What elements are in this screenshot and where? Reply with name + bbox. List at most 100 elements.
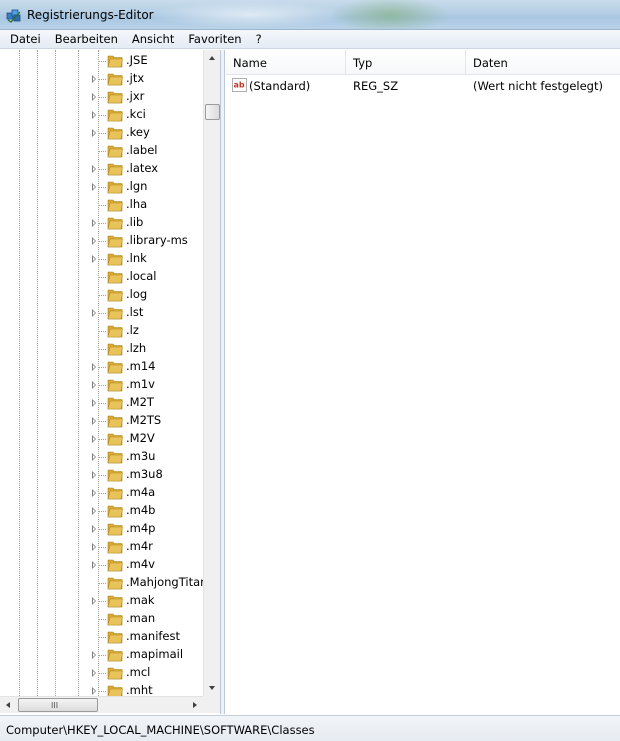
expand-arrow-icon[interactable] bbox=[92, 381, 96, 389]
scroll-right-icon[interactable] bbox=[186, 697, 203, 714]
tree-item-label: .M2V bbox=[126, 431, 155, 445]
tree-item[interactable]: .m4r bbox=[0, 538, 203, 556]
tree-item-label: .m4v bbox=[126, 557, 155, 571]
tree-item[interactable]: .lgn bbox=[0, 178, 203, 196]
string-value-icon: ab bbox=[232, 78, 247, 92]
tree-connector-line bbox=[98, 403, 106, 404]
expand-arrow-icon[interactable] bbox=[92, 93, 96, 101]
tree-item[interactable]: .lnk bbox=[0, 250, 203, 268]
pane-splitter[interactable] bbox=[221, 50, 225, 714]
tree-item-label: .library-ms bbox=[126, 233, 188, 247]
tree-item[interactable]: .m4a bbox=[0, 484, 203, 502]
tree-item[interactable]: .lib bbox=[0, 214, 203, 232]
expand-arrow-icon[interactable] bbox=[92, 183, 96, 191]
menu-help[interactable]: ? bbox=[249, 30, 269, 48]
tree-item[interactable]: .mapimail bbox=[0, 646, 203, 664]
expand-arrow-icon[interactable] bbox=[92, 219, 96, 227]
menu-favoriten[interactable]: Favoriten bbox=[181, 30, 248, 48]
tree-item[interactable]: .manifest bbox=[0, 628, 203, 646]
column-header-name[interactable]: Name bbox=[226, 50, 346, 75]
expand-arrow-icon[interactable] bbox=[92, 237, 96, 245]
tree-item[interactable]: .jxr bbox=[0, 88, 203, 106]
expand-arrow-icon[interactable] bbox=[92, 309, 96, 317]
expand-arrow-icon[interactable] bbox=[92, 129, 96, 137]
tree-item[interactable]: .M2TS bbox=[0, 412, 203, 430]
tree-connector-line bbox=[98, 295, 106, 296]
expand-arrow-icon[interactable] bbox=[92, 489, 96, 497]
tree-item[interactable]: .mht bbox=[0, 682, 203, 696]
tree-item[interactable]: .log bbox=[0, 286, 203, 304]
column-header-typ[interactable]: Typ bbox=[346, 50, 466, 75]
expand-arrow-icon[interactable] bbox=[92, 507, 96, 515]
expand-arrow-icon[interactable] bbox=[92, 471, 96, 479]
expand-arrow-icon[interactable] bbox=[92, 399, 96, 407]
tree-horizontal-scrollbar[interactable]: III bbox=[0, 696, 203, 713]
expand-arrow-icon[interactable] bbox=[92, 363, 96, 371]
tree-item-label: .mcl bbox=[126, 665, 151, 679]
menu-ansicht[interactable]: Ansicht bbox=[125, 30, 181, 48]
tree-item[interactable]: .lst bbox=[0, 304, 203, 322]
column-header-daten[interactable]: Daten bbox=[466, 50, 620, 75]
expand-arrow-icon[interactable] bbox=[92, 417, 96, 425]
registry-tree[interactable]: .JSE .jtx .jxr .kci .key .label .latex .lgn .lha… bbox=[0, 50, 203, 696]
folder-icon bbox=[107, 307, 123, 320]
tree-item[interactable]: .lzh bbox=[0, 340, 203, 358]
tree-item[interactable]: .m4p bbox=[0, 520, 203, 538]
expand-arrow-icon[interactable] bbox=[92, 255, 96, 263]
vertical-scroll-thumb[interactable] bbox=[205, 104, 220, 120]
folder-icon bbox=[107, 109, 123, 122]
tree-item[interactable]: .MahjongTitan bbox=[0, 574, 203, 592]
tree-item[interactable]: .m3u8 bbox=[0, 466, 203, 484]
tree-item[interactable]: .man bbox=[0, 610, 203, 628]
tree-item[interactable]: .label bbox=[0, 142, 203, 160]
folder-icon bbox=[107, 325, 123, 338]
expand-arrow-icon[interactable] bbox=[92, 453, 96, 461]
tree-item[interactable]: .latex bbox=[0, 160, 203, 178]
regedit-app-icon[interactable] bbox=[6, 7, 22, 23]
tree-item[interactable]: .M2T bbox=[0, 394, 203, 412]
tree-item[interactable]: .m4v bbox=[0, 556, 203, 574]
expand-arrow-icon[interactable] bbox=[92, 669, 96, 677]
expand-arrow-icon[interactable] bbox=[92, 561, 96, 569]
horizontal-scroll-thumb[interactable]: III bbox=[18, 698, 98, 712]
tree-item[interactable]: .m1v bbox=[0, 376, 203, 394]
tree-item[interactable]: .jtx bbox=[0, 70, 203, 88]
list-header: Name Typ Daten bbox=[226, 50, 620, 75]
scroll-down-icon[interactable] bbox=[204, 679, 220, 696]
tree-item[interactable]: .m14 bbox=[0, 358, 203, 376]
tree-connector-line bbox=[98, 691, 106, 692]
expand-arrow-icon[interactable] bbox=[92, 435, 96, 443]
registry-tree-pane[interactable]: .JSE .jtx .jxr .kci .key .label .latex .lgn .lha… bbox=[0, 50, 221, 714]
tree-item[interactable]: .lz bbox=[0, 322, 203, 340]
tree-item[interactable]: .key bbox=[0, 124, 203, 142]
tree-item[interactable]: .M2V bbox=[0, 430, 203, 448]
tree-item[interactable]: .kci bbox=[0, 106, 203, 124]
tree-vertical-scrollbar[interactable] bbox=[203, 50, 220, 696]
tree-item-label: .lib bbox=[126, 215, 144, 229]
menu-bearbeiten[interactable]: Bearbeiten bbox=[48, 30, 125, 48]
menu-bar: Datei Bearbeiten Ansicht Favoriten ? bbox=[0, 30, 620, 49]
expand-arrow-icon[interactable] bbox=[92, 687, 96, 695]
expand-arrow-icon[interactable] bbox=[92, 525, 96, 533]
scroll-up-icon[interactable] bbox=[204, 50, 220, 67]
title-bar[interactable]: Registrierungs-Editor bbox=[0, 0, 620, 30]
tree-item[interactable]: .m3u bbox=[0, 448, 203, 466]
tree-item[interactable]: .lha bbox=[0, 196, 203, 214]
value-row[interactable]: ab (Standard) REG_SZ (Wert nicht festgel… bbox=[226, 76, 620, 95]
tree-item[interactable]: .library-ms bbox=[0, 232, 203, 250]
values-list-pane[interactable]: Name Typ Daten ab (Standard) REG_SZ (Wer… bbox=[226, 50, 620, 714]
tree-item[interactable]: .m4b bbox=[0, 502, 203, 520]
expand-arrow-icon[interactable] bbox=[92, 165, 96, 173]
expand-arrow-icon[interactable] bbox=[92, 597, 96, 605]
tree-item[interactable]: .JSE bbox=[0, 52, 203, 70]
tree-item[interactable]: .local bbox=[0, 268, 203, 286]
tree-item[interactable]: .mcl bbox=[0, 664, 203, 682]
tree-item-label: .M2TS bbox=[126, 413, 162, 427]
expand-arrow-icon[interactable] bbox=[92, 75, 96, 83]
tree-item[interactable]: .mak bbox=[0, 592, 203, 610]
expand-arrow-icon[interactable] bbox=[92, 651, 96, 659]
expand-arrow-icon[interactable] bbox=[92, 111, 96, 119]
menu-datei[interactable]: Datei bbox=[0, 30, 48, 48]
expand-arrow-icon[interactable] bbox=[92, 543, 96, 551]
scroll-left-icon[interactable] bbox=[0, 697, 17, 714]
